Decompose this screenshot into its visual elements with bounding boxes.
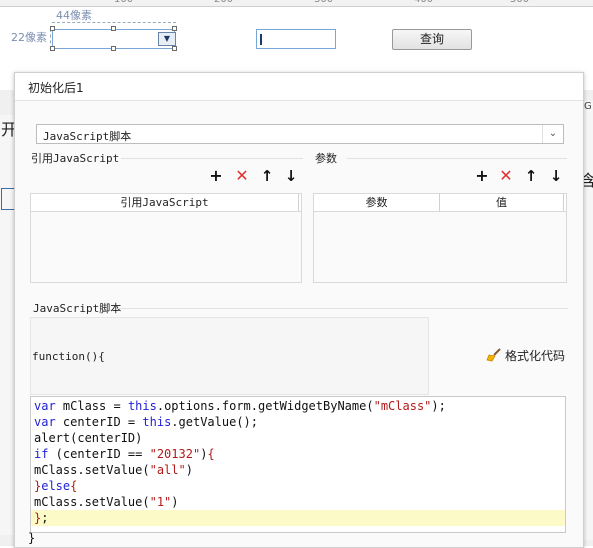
ruler-label: 300 <box>314 0 333 5</box>
code-keyword: var <box>34 415 56 429</box>
code-line[interactable]: }; <box>31 510 565 526</box>
remove-ref-js-icon[interactable]: ✕ <box>234 168 250 184</box>
remove-param-icon[interactable]: ✕ <box>498 168 514 184</box>
value-column-header[interactable]: 值 <box>440 194 564 211</box>
add-param-icon[interactable]: + <box>474 168 490 184</box>
code-text: alert(centerID) <box>34 431 143 445</box>
code-string: { <box>207 447 215 461</box>
background-column-header: G <box>584 101 592 112</box>
code-keyword: if <box>34 447 49 461</box>
ref-js-section-label: 引用JavaScript <box>31 152 120 165</box>
add-ref-js-icon[interactable]: + <box>208 168 224 184</box>
dialog-title-bar: 初始化后1 <box>15 73 583 101</box>
code-text: .getValue(); <box>171 415 258 429</box>
code-text: mClass.setValue( <box>34 495 150 509</box>
ruler-label: 100 <box>114 0 133 5</box>
broom-icon <box>486 348 501 362</box>
section-divider <box>347 158 567 159</box>
code-line[interactable]: mClass.setValue("all") <box>34 462 193 478</box>
code-keyword: var <box>34 399 56 413</box>
code-string: "1" <box>149 495 172 509</box>
function-signature: function(){ <box>32 350 105 363</box>
param-column-header[interactable]: 参数 <box>314 194 440 211</box>
code-text: centerID = <box>55 415 143 429</box>
code-string: "all" <box>149 463 186 477</box>
resize-handle[interactable] <box>111 26 116 31</box>
code-text: ); <box>431 399 446 413</box>
ref-js-table[interactable]: 引用JavaScript <box>30 193 302 283</box>
move-up-param-icon[interactable]: ↑ <box>523 168 539 184</box>
ruler-label: 500 <box>510 0 529 5</box>
text-cursor <box>260 34 262 45</box>
code-line[interactable]: alert(centerID) <box>34 430 142 446</box>
dialog-title: 初始化后1 <box>28 81 84 95</box>
move-up-ref-js-icon[interactable]: ↑ <box>259 168 275 184</box>
script-type-value: JavaScript脚本 <box>43 130 132 143</box>
params-table-header: 参数 值 <box>314 194 566 212</box>
code-text: ) <box>185 463 193 477</box>
function-closing-brace: } <box>28 531 36 545</box>
ref-js-column-header[interactable]: 引用JavaScript <box>31 194 299 211</box>
code-text: ) <box>171 495 179 509</box>
code-line[interactable]: if (centerID == "20132"){ <box>34 446 215 462</box>
resize-handle[interactable] <box>111 46 116 51</box>
code-text: mClass.setValue( <box>34 463 150 477</box>
format-code-label: 格式化代码 <box>505 349 566 363</box>
code-keyword: else <box>41 479 71 493</box>
code-keyword: this <box>127 399 157 413</box>
ruler-label: 400 <box>414 0 433 5</box>
code-line[interactable]: var centerID = this.getValue(); <box>34 414 258 430</box>
code-string: "20132" <box>149 447 201 461</box>
resize-handle[interactable] <box>50 46 55 51</box>
function-signature-area: function(){ <box>30 317 429 395</box>
height-dimension-label: 22像素 <box>11 31 47 44</box>
script-section-label: JavaScript脚本 <box>33 302 122 315</box>
move-down-ref-js-icon[interactable]: ↓ <box>283 168 299 184</box>
ruler-label: 200 <box>214 0 233 5</box>
code-text: mClass = <box>55 399 128 413</box>
code-line[interactable]: mClass.setValue("1") <box>34 494 179 510</box>
background-column <box>0 115 15 535</box>
resize-handle[interactable] <box>50 26 55 31</box>
code-line[interactable]: }else{ <box>34 478 77 494</box>
script-type-select[interactable]: JavaScript脚本 ⌄ <box>36 124 564 144</box>
format-code-button[interactable]: 格式化代码 <box>486 347 565 365</box>
background-column <box>583 100 593 540</box>
resize-handle[interactable] <box>172 46 177 51</box>
background-selected-cell <box>1 188 15 210</box>
code-string: { <box>70 479 78 493</box>
dialog-body: JavaScript脚本 ⌄ 引用JavaScript + ✕ ↑ ↓ 引用Ja… <box>15 101 583 547</box>
width-dimension-label: 44像素 <box>56 9 92 22</box>
combo-dropdown-icon[interactable]: ▼ <box>158 32 176 46</box>
code-text: (centerID == <box>48 447 150 461</box>
section-divider <box>121 158 303 159</box>
query-button[interactable]: 查询 <box>392 29 472 50</box>
chevron-down-icon[interactable]: ⌄ <box>542 125 563 143</box>
ref-js-table-header: 引用JavaScript <box>31 194 301 212</box>
horizontal-ruler: 100 200 300 400 500 <box>0 0 593 7</box>
code-editor[interactable]: var mClass = this.options.form.getWidget… <box>30 396 566 533</box>
move-down-param-icon[interactable]: ↓ <box>548 168 564 184</box>
section-divider <box>118 308 568 309</box>
code-line[interactable]: var mClass = this.options.form.getWidget… <box>34 398 446 414</box>
code-text: ; <box>41 511 49 525</box>
code-keyword: this <box>142 415 172 429</box>
params-section-label: 参数 <box>315 152 337 165</box>
event-editor-dialog: 初始化后1 JavaScript脚本 ⌄ 引用JavaScript + ✕ ↑ … <box>14 72 584 548</box>
text-field-widget[interactable] <box>256 29 336 49</box>
code-text: .options.form.getWidgetByName( <box>156 399 374 413</box>
code-string: "mClass" <box>373 399 432 413</box>
resize-handle[interactable] <box>172 26 177 31</box>
params-table[interactable]: 参数 值 <box>313 193 567 283</box>
